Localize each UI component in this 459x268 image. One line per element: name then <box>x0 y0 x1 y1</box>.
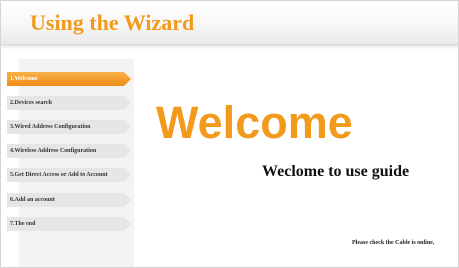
step-label: 6.Add an account <box>10 197 55 203</box>
step-welcome[interactable]: 1.Welcome <box>7 72 131 86</box>
wizard-steps-sidebar <box>19 59 134 267</box>
step-devices-search[interactable]: 2.Devices search <box>7 96 131 110</box>
step-label: 2.Devices search <box>10 100 52 106</box>
step-the-end[interactable]: 7.The end <box>7 217 131 231</box>
page-title: Using the Wizard <box>30 10 195 35</box>
step-label: 5.Get Direct Access or Add to Account <box>10 172 108 178</box>
cable-check-note: Please check the Cable is online, <box>352 240 435 246</box>
header-bar: Using the Wizard <box>1 1 458 45</box>
step-add-account[interactable]: 6.Add an account <box>7 193 131 207</box>
step-label: 4.Wireless Address Configuration <box>10 148 97 154</box>
wizard-window: Using the Wizard 1.Welcome 2.Devices sea… <box>0 0 459 268</box>
step-wired-address-configuration[interactable]: 3.Wired Address Configuration <box>7 120 131 134</box>
step-direct-access-or-add-account[interactable]: 5.Get Direct Access or Add to Account <box>7 168 131 182</box>
step-label: 1.Welcome <box>10 76 38 82</box>
guide-subheading: Weclome to use guide <box>262 163 410 180</box>
step-label: 7.The end <box>10 221 36 227</box>
step-wireless-address-configuration[interactable]: 4.Wireless Address Configuration <box>7 144 131 158</box>
welcome-heading: Welcome <box>156 97 353 148</box>
step-label: 3.Wired Address Configuration <box>10 124 91 130</box>
